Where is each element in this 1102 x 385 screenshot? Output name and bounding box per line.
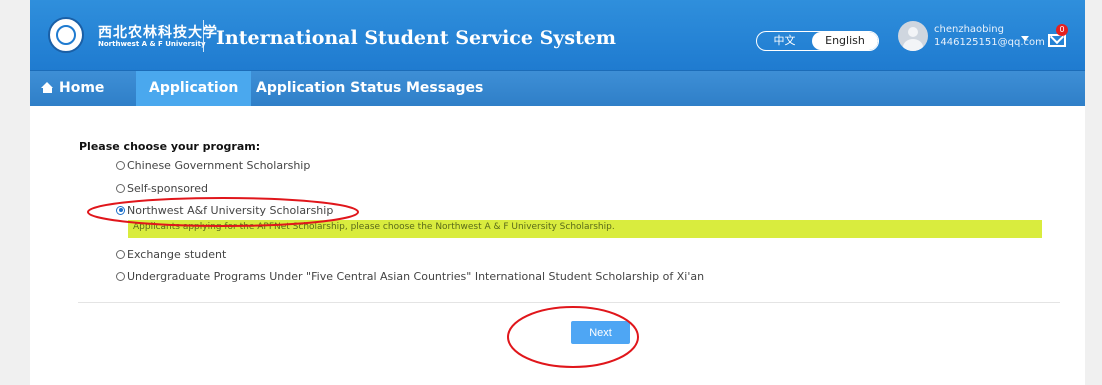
language-chinese-option[interactable]: 中文 (757, 32, 812, 50)
nav-item-home[interactable]: Home (30, 71, 115, 106)
home-icon (41, 82, 54, 93)
nav-item-application-status[interactable]: Application Status (256, 71, 401, 106)
program-option-central-asian-undergraduate[interactable]: Undergraduate Programs Under "Five Centr… (116, 269, 704, 283)
radio-button[interactable] (116, 160, 125, 170)
header-divider (203, 20, 204, 52)
nav-item-label: Application (149, 80, 239, 96)
nav-item-label: Home (59, 80, 105, 96)
form-divider (78, 302, 1060, 303)
user-avatar[interactable] (898, 21, 928, 51)
program-option-chinese-government[interactable]: Chinese Government Scholarship (116, 158, 310, 172)
nav-item-application[interactable]: Application (136, 71, 252, 106)
application-window: 西北农林科技大学 Northwest A & F University Inte… (30, 0, 1085, 385)
top-header: 西北农林科技大学 Northwest A & F University Inte… (30, 0, 1085, 70)
university-name-cn: 西北农林科技大学 (98, 25, 218, 41)
program-option-nwafu-scholarship[interactable]: Northwest A&f University Scholarship (116, 203, 333, 217)
language-toggle[interactable]: 中文 English (756, 31, 879, 51)
nav-item-messages[interactable]: Messages (406, 71, 483, 106)
radio-button-selected[interactable] (116, 205, 125, 215)
option-label[interactable]: Northwest A&f University Scholarship (127, 204, 333, 217)
program-prompt: Please choose your program: (79, 140, 261, 153)
radio-button[interactable] (116, 183, 125, 193)
main-nav: Home Application Application Status Mess… (30, 70, 1085, 106)
nav-item-label: Application Status (256, 80, 402, 96)
nav-item-label: Messages (406, 80, 484, 96)
option-label[interactable]: Undergraduate Programs Under "Five Centr… (127, 270, 704, 283)
university-name-en: Northwest A & F University (98, 40, 206, 48)
option-label[interactable]: Chinese Government Scholarship (127, 159, 310, 172)
program-option-self-sponsored[interactable]: Self-sponsored (116, 181, 208, 195)
user-name[interactable]: chenzhaobing (934, 24, 1004, 35)
program-option-exchange-student[interactable]: Exchange student (116, 247, 226, 261)
option-label[interactable]: Self-sponsored (127, 182, 208, 195)
university-logo (48, 17, 84, 53)
system-title: International Student Service System (216, 27, 616, 49)
radio-button[interactable] (116, 249, 125, 259)
message-count-badge: 0 (1056, 24, 1068, 36)
mail-icon[interactable] (1048, 34, 1066, 47)
next-button[interactable]: Next (571, 321, 630, 344)
scholarship-hint-text: Applicants applying for the APFNet Schol… (133, 222, 615, 232)
language-english-option[interactable]: English (812, 32, 878, 50)
chevron-down-icon[interactable] (1021, 36, 1029, 41)
option-label[interactable]: Exchange student (127, 248, 226, 261)
radio-button[interactable] (116, 271, 125, 281)
